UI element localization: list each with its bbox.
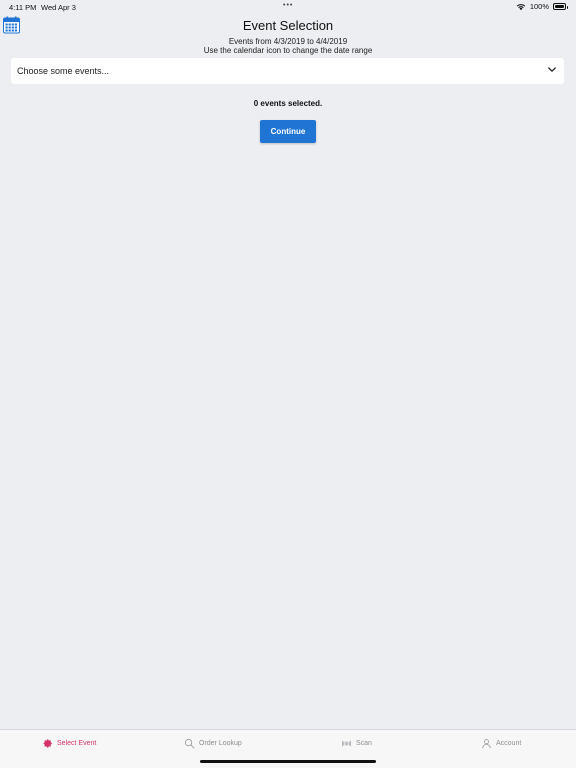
date-range-hint: Use the calendar icon to change the date…	[203, 46, 373, 55]
multitasking-dots: •••	[283, 2, 294, 9]
search-icon	[185, 739, 195, 749]
status-right: 100%	[516, 2, 568, 11]
page-title: Event Selection	[242, 18, 334, 33]
date-range-text: Events from 4/3/2019 to 4/4/2019	[228, 37, 348, 46]
status-bar: 4:11 PM Wed Apr 3 ••• 100%	[0, 0, 576, 14]
chevron-down-icon	[548, 67, 556, 72]
selected-count-text: 0 events selected.	[253, 99, 323, 108]
wifi-icon	[516, 3, 526, 10]
status-time: 4:11 PM	[9, 3, 37, 12]
tab-order-lookup-label: Order Lookup	[199, 740, 242, 747]
tab-account[interactable]: Account	[481, 737, 521, 750]
person-icon	[482, 739, 491, 749]
tab-account-label: Account	[496, 740, 522, 747]
tab-scan[interactable]: Scan	[341, 737, 372, 750]
continue-button[interactable]: Continue	[260, 120, 316, 143]
tab-select-event[interactable]: Select Event	[42, 737, 96, 750]
status-date: Wed Apr 3	[41, 3, 76, 12]
battery-icon	[553, 3, 568, 10]
barcode-icon	[342, 740, 351, 747]
tab-select-event-label: Select Event	[57, 740, 97, 747]
home-indicator	[200, 760, 376, 763]
gear-icon	[43, 739, 52, 748]
tab-order-lookup[interactable]: Order Lookup	[184, 737, 242, 750]
tab-scan-label: Scan	[356, 740, 372, 747]
event-select-placeholder: Choose some events...	[17, 66, 110, 76]
event-select-dropdown[interactable]: Choose some events...	[11, 58, 564, 84]
battery-percent: 100%	[529, 2, 549, 11]
